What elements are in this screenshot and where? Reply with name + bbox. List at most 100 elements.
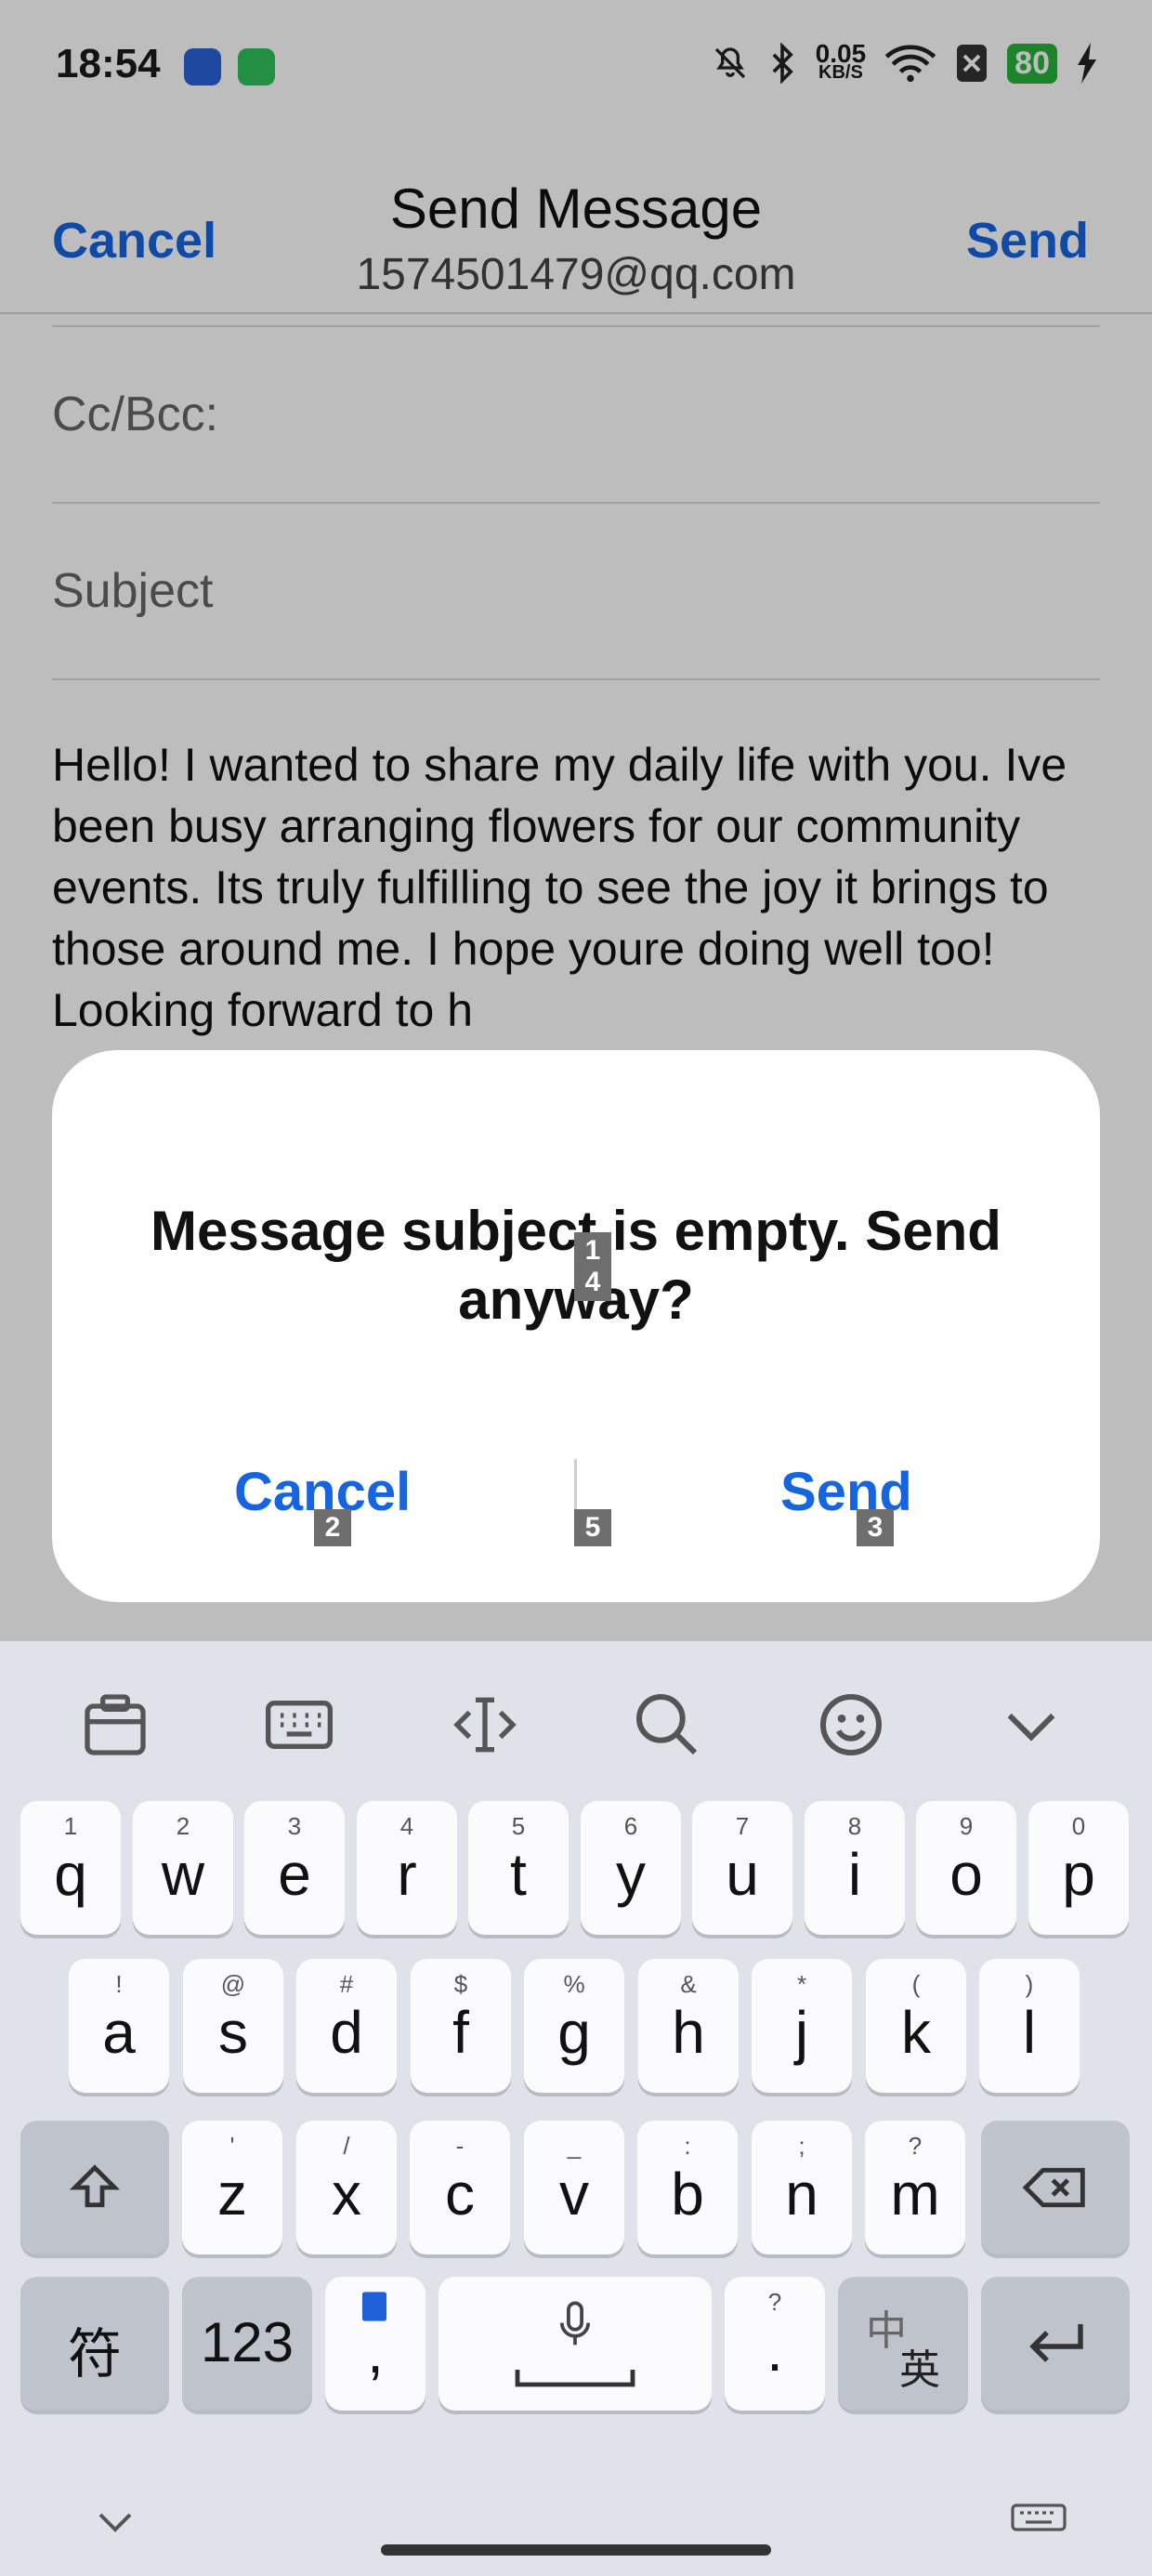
key-f[interactable]: $ f [411, 1959, 511, 2093]
key-p[interactable]: 0p [1028, 1801, 1129, 1935]
key-w[interactable]: 2w [133, 1801, 233, 1935]
key-alt-label: 5 [511, 1812, 526, 1840]
key-alt-label: @ [220, 1970, 246, 1998]
key-t[interactable]: 5t [468, 1801, 569, 1935]
key-label: l [1022, 1999, 1037, 2066]
symbols-key[interactable]: 符 [20, 2277, 169, 2411]
key-label: r [397, 1841, 417, 1908]
key-alt-label: ) [1025, 1970, 1034, 1998]
key-label: w [161, 1841, 205, 1908]
key-e[interactable]: 3e [244, 1801, 345, 1935]
key-c[interactable]: -c [410, 2121, 510, 2254]
key-alt-label: % [563, 1970, 585, 1998]
key-n[interactable]: ; n [752, 2121, 852, 2254]
key-u[interactable]: 7u [692, 1801, 792, 1935]
key-r[interactable]: 4r [357, 1801, 457, 1935]
home-indicator[interactable] [381, 2544, 771, 2556]
key-alt-label: 9 [959, 1812, 974, 1840]
key-label: v [559, 2161, 589, 2228]
marker-2: 2 [314, 1509, 351, 1546]
keyboard-switch-icon[interactable] [1011, 2504, 1067, 2541]
key-alt-label: ' [229, 2132, 235, 2160]
key-alt-label: / [343, 2132, 350, 2160]
key-k[interactable]: (k [866, 1959, 966, 2093]
cursor-move-icon[interactable] [448, 1688, 522, 1762]
marker-5: 5 [574, 1509, 611, 1546]
shift-icon [69, 2164, 121, 2208]
key-alt-label: 2 [176, 1812, 190, 1840]
key-a[interactable]: ! a [69, 1959, 169, 2093]
key-q[interactable]: 1q [20, 1801, 121, 1935]
key-alt-label: 8 [847, 1812, 862, 1840]
empty-subject-dialog: Message subject is empty. Send anyway? C… [52, 1050, 1100, 1602]
key-label: b [671, 2161, 704, 2228]
key-j[interactable]: * j [752, 1959, 852, 2093]
keyboard-toolbar [0, 1641, 1152, 1799]
key-label: y [616, 1841, 646, 1908]
key-alt-label: 7 [735, 1812, 750, 1840]
period-key-label: . [766, 2317, 783, 2384]
key-s[interactable]: @ s [183, 1959, 283, 2093]
key-alt-label: 0 [1071, 1812, 1086, 1840]
key-label: o [949, 1841, 983, 1908]
key-label: j [794, 1999, 809, 2066]
key-label: p [1062, 1841, 1095, 1908]
language-switch-key[interactable]: 中 英 [838, 2277, 968, 2411]
key-o[interactable]: 9o [916, 1801, 1016, 1935]
marker-3: 3 [857, 1509, 894, 1546]
key-i[interactable]: 8i [805, 1801, 905, 1935]
keyboard: 1 q 2 w 3 e 4 r 5 t 6 y 7 u 8 i 9 o 0 p! a @ s # d $ f% g & h * j(k) l ' z… [0, 1641, 1152, 2576]
key-v[interactable]: _ v [524, 2121, 624, 2254]
space-key[interactable] [439, 2277, 712, 2411]
search-icon[interactable] [630, 1688, 704, 1762]
language-key-en: 英 [899, 2347, 940, 2393]
key-y[interactable]: 6y [581, 1801, 681, 1935]
key-label: c [445, 2161, 475, 2228]
key-b[interactable]: :b [637, 2121, 738, 2254]
key-label: u [726, 1841, 759, 1908]
key-alt-label: 6 [623, 1812, 638, 1840]
key-alt-label: ! [115, 1970, 123, 1998]
key-l[interactable]: ) l [979, 1959, 1080, 2093]
key-label: t [510, 1841, 527, 1908]
keyboard-layout-icon[interactable] [262, 1688, 336, 1762]
key-x[interactable]: / x [296, 2121, 397, 2254]
key-g[interactable]: % g [524, 1959, 624, 2093]
comma-key-label: , [367, 2319, 384, 2385]
key-label: m [890, 2161, 940, 2228]
key-label: a [102, 1999, 136, 2066]
key-alt-label: $ [453, 1970, 468, 1998]
clipboard-icon[interactable] [78, 1688, 152, 1762]
key-label: q [54, 1841, 87, 1908]
key-d[interactable]: # d [296, 1959, 397, 2093]
key-z[interactable]: ' z [182, 2121, 282, 2254]
key-label: k [901, 1999, 931, 2066]
key-label: x [332, 2161, 361, 2228]
key-label: z [217, 2161, 247, 2228]
emoji-icon[interactable] [814, 1688, 888, 1762]
key-alt-label: 1 [63, 1812, 78, 1840]
comma-key[interactable]: , [325, 2277, 425, 2411]
key-alt-label: 3 [287, 1812, 302, 1840]
period-key-alt: ? [767, 2288, 782, 2316]
enter-key[interactable] [981, 2277, 1130, 2411]
key-alt-label: 4 [399, 1812, 414, 1840]
hide-keyboard-icon[interactable] [93, 2505, 137, 2539]
key-alt-label: * [796, 1970, 807, 1998]
key-m[interactable]: ? m [865, 2121, 965, 2254]
backspace-icon [1022, 2167, 1085, 2208]
shift-key[interactable] [20, 2121, 169, 2254]
numbers-key[interactable]: 123 [182, 2277, 312, 2411]
key-alt-label: : [684, 2132, 691, 2160]
period-key[interactable]: ? . [725, 2277, 825, 2411]
marker-4: 4 [574, 1264, 611, 1301]
collapse-keyboard-icon[interactable] [994, 1688, 1068, 1762]
key-label: f [452, 1999, 469, 2066]
key-label: i [847, 1841, 862, 1908]
key-label: d [330, 1999, 363, 2066]
key-label: e [278, 1841, 311, 1908]
backspace-key[interactable] [981, 2121, 1130, 2254]
key-h[interactable]: & h [638, 1959, 739, 2093]
key-label: n [785, 2161, 818, 2228]
symbols-key-label: 符 [67, 2324, 122, 2385]
